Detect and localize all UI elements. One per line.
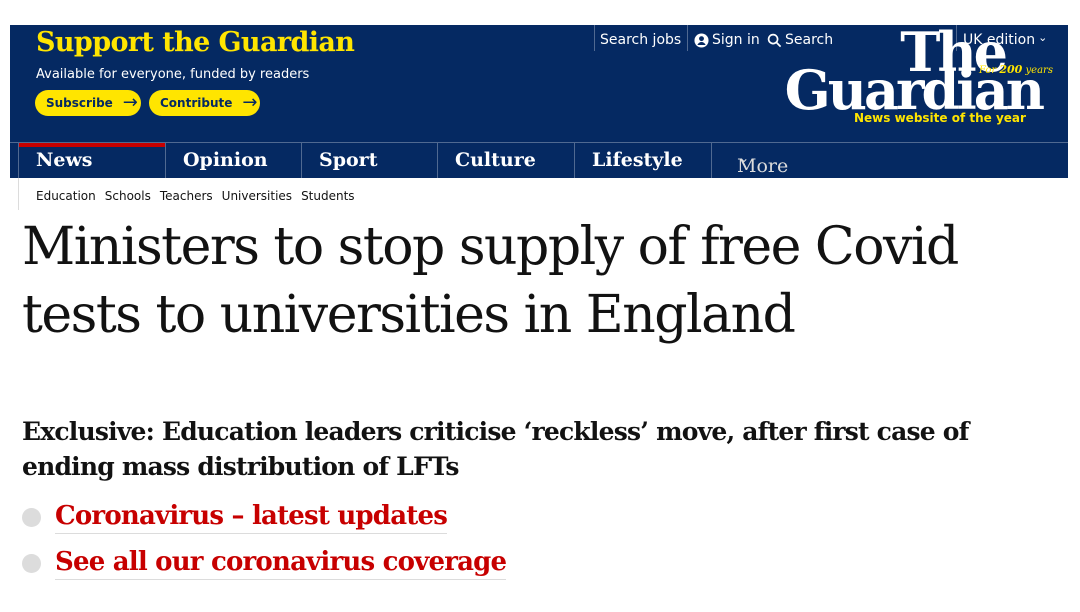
logo-tagline: News website of the year — [854, 111, 1026, 125]
subscribe-label: Subscribe — [46, 96, 113, 110]
nav-item-culture[interactable]: Culture — [437, 143, 574, 178]
nav-item-news[interactable]: News — [18, 143, 165, 178]
arrow-right-icon: → — [242, 92, 258, 113]
article-standfirst: Exclusive: Education leaders criticise ‘… — [22, 417, 969, 481]
subnav-item-universities[interactable]: Universities — [222, 189, 292, 203]
subscribe-button[interactable]: Subscribe → — [35, 90, 141, 116]
related-link[interactable]: Coronavirus – latest updates — [22, 501, 448, 534]
nav-label: Sport — [319, 149, 378, 171]
nav-label: Lifestyle — [592, 149, 683, 171]
search-link[interactable]: Search — [767, 29, 833, 51]
search-jobs-link[interactable]: Search jobs — [600, 29, 681, 51]
nav-label: Culture — [455, 149, 536, 171]
subnav-item-schools[interactable]: Schools — [105, 189, 151, 203]
nav-label: News — [36, 149, 93, 171]
chevron-down-icon: ⌄ — [739, 151, 750, 165]
subnav-item-students[interactable]: Students — [301, 189, 355, 203]
divider — [594, 25, 595, 51]
related-link[interactable]: See all our coronavirus coverage — [22, 547, 507, 580]
nav-item-lifestyle[interactable]: Lifestyle — [574, 143, 711, 178]
search-label: Search — [785, 32, 834, 48]
nav-item-more[interactable]: More ⌄ — [711, 143, 831, 178]
sign-in-link[interactable]: Sign in — [694, 29, 760, 51]
bullet-icon — [22, 554, 41, 573]
sub-navigation: Education Schools Teachers Universities … — [36, 189, 355, 203]
subnav-item-teachers[interactable]: Teachers — [160, 189, 213, 203]
for-200-years-badge: For 200 years — [979, 63, 1053, 76]
chevron-down-icon: ⌄ — [1038, 30, 1048, 44]
user-icon — [694, 32, 709, 48]
arrow-right-icon: → — [122, 92, 138, 113]
divider — [18, 178, 19, 210]
related-link-label: Coronavirus – latest updates — [55, 501, 448, 534]
contribute-label: Contribute — [160, 96, 233, 110]
subnav-item-education[interactable]: Education — [36, 189, 96, 203]
divider — [687, 25, 688, 51]
nav-item-sport[interactable]: Sport — [301, 143, 437, 178]
search-jobs-label: Search jobs — [600, 32, 682, 48]
related-link-label: See all our coronavirus coverage — [55, 547, 507, 580]
nav-label: Opinion — [183, 149, 268, 171]
bullet-icon — [22, 508, 41, 527]
masthead: Support the Guardian Available for every… — [10, 25, 1068, 178]
article-headline: Ministers to stop supply of free Covid t… — [22, 217, 959, 345]
support-title: Support the Guardian — [36, 27, 355, 58]
sign-in-label: Sign in — [712, 32, 760, 48]
support-subtitle: Available for everyone, funded by reader… — [36, 67, 310, 82]
nav-item-opinion[interactable]: Opinion — [165, 143, 301, 178]
search-icon — [767, 33, 782, 47]
contribute-button[interactable]: Contribute → — [149, 90, 260, 116]
